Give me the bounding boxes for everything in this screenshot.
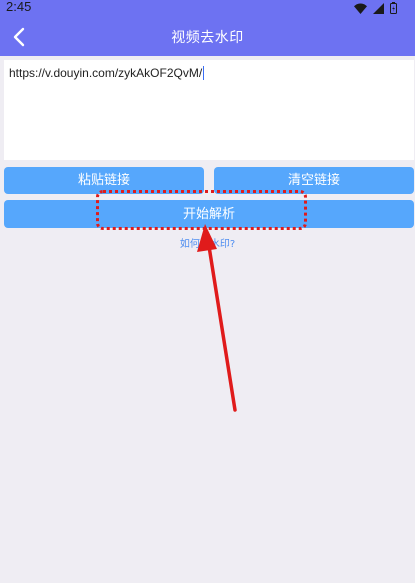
signal-icon: [373, 2, 384, 14]
status-bar: 2:45: [0, 0, 415, 18]
paste-link-button[interactable]: 粘贴链接: [4, 167, 204, 194]
app-bar: 视频去水印: [0, 18, 415, 56]
status-time: 2:45: [6, 0, 32, 14]
start-parse-button[interactable]: 开始解析: [4, 200, 414, 228]
page-title: 视频去水印: [171, 30, 244, 46]
url-input-value: https://v.douyin.com/zykAkOF2QvM/: [9, 66, 203, 80]
how-to-remove-watermark-link[interactable]: 如何去水印?: [0, 235, 415, 250]
wifi-icon: [354, 3, 367, 14]
battery-icon: [390, 2, 397, 14]
url-input[interactable]: https://v.douyin.com/zykAkOF2QvM/: [4, 60, 414, 160]
status-icons: [354, 2, 397, 14]
text-cursor: [203, 66, 205, 80]
clear-link-button[interactable]: 清空链接: [214, 167, 414, 194]
